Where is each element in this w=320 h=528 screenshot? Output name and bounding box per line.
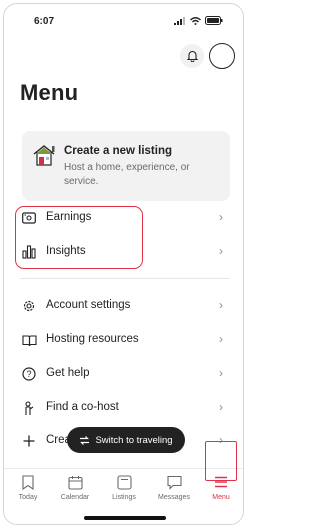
phone-screen: 6:07 Menu Create a new listing Host a ho… xyxy=(3,3,244,525)
switch-icon xyxy=(80,435,90,445)
nav-item-listings[interactable]: Listings xyxy=(106,473,142,501)
menu-item-get-help[interactable]: ? Get help › xyxy=(4,361,243,387)
create-listing-title: Create a new listing xyxy=(64,145,173,157)
book-icon xyxy=(21,332,37,348)
signal-icon xyxy=(174,16,185,25)
status-icons xyxy=(174,16,223,25)
battery-icon xyxy=(205,16,223,25)
notifications-button[interactable] xyxy=(180,44,204,68)
nav-item-today[interactable]: Today xyxy=(10,473,46,501)
chevron-right-icon: › xyxy=(219,244,223,258)
home-indicator xyxy=(84,516,166,520)
status-time: 6:07 xyxy=(34,16,55,27)
nav-item-calendar[interactable]: Calendar xyxy=(57,473,93,501)
nav-label: Calendar xyxy=(60,494,90,501)
page-title: Menu xyxy=(20,80,79,105)
nav-label: Listings xyxy=(112,494,136,501)
switch-to-traveling-label: Switch to traveling xyxy=(95,434,173,446)
menu-item-label: Get help xyxy=(46,367,90,379)
chevron-right-icon: › xyxy=(219,298,223,312)
menu-item-hosting-resources[interactable]: Hosting resources › xyxy=(4,327,243,353)
plus-icon xyxy=(21,433,37,449)
menu-tab-highlight xyxy=(205,441,237,481)
nav-label: Today xyxy=(18,494,38,501)
nav-label: Messages xyxy=(158,494,190,501)
menu-item-label: Account settings xyxy=(46,299,131,311)
menu-item-label: Earnings xyxy=(46,211,92,223)
avatar[interactable] xyxy=(209,43,235,69)
chevron-right-icon: › xyxy=(219,332,223,346)
create-listing-card[interactable]: Create a new listing Host a home, experi… xyxy=(22,131,230,201)
status-bar: 6:07 xyxy=(4,4,243,34)
today-icon xyxy=(10,473,46,491)
calendar-icon xyxy=(57,473,93,491)
insights-icon xyxy=(21,244,37,260)
svg-text:?: ? xyxy=(26,369,31,379)
cohost-icon xyxy=(21,400,37,416)
gear-icon xyxy=(21,298,37,314)
bell-icon xyxy=(186,50,198,62)
menu-item-account-settings[interactable]: Account settings › xyxy=(4,293,243,319)
switch-to-traveling-button[interactable]: Switch to traveling xyxy=(67,427,185,453)
house-icon xyxy=(33,145,55,166)
wifi-icon xyxy=(190,16,201,25)
menu-item-find-cohost[interactable]: Find a co-host › xyxy=(4,395,243,421)
divider xyxy=(20,278,230,279)
nav-label: Menu xyxy=(212,494,230,501)
listings-icon xyxy=(106,473,142,491)
menu-item-label: Insights xyxy=(46,245,86,257)
menu-item-label: Hosting resources xyxy=(46,333,139,345)
nav-item-messages[interactable]: Messages xyxy=(156,473,192,501)
menu-item-earnings[interactable]: Earnings › xyxy=(4,205,243,231)
chevron-right-icon: › xyxy=(219,400,223,414)
create-listing-subtitle: Host a home, experience, or service. xyxy=(64,162,190,187)
help-icon: ? xyxy=(21,366,37,382)
menu-item-insights[interactable]: Insights › xyxy=(4,239,243,265)
menu-item-label: Find a co-host xyxy=(46,401,119,413)
messages-icon xyxy=(156,473,192,491)
earnings-icon xyxy=(21,210,37,226)
chevron-right-icon: › xyxy=(219,366,223,380)
chevron-right-icon: › xyxy=(219,210,223,224)
